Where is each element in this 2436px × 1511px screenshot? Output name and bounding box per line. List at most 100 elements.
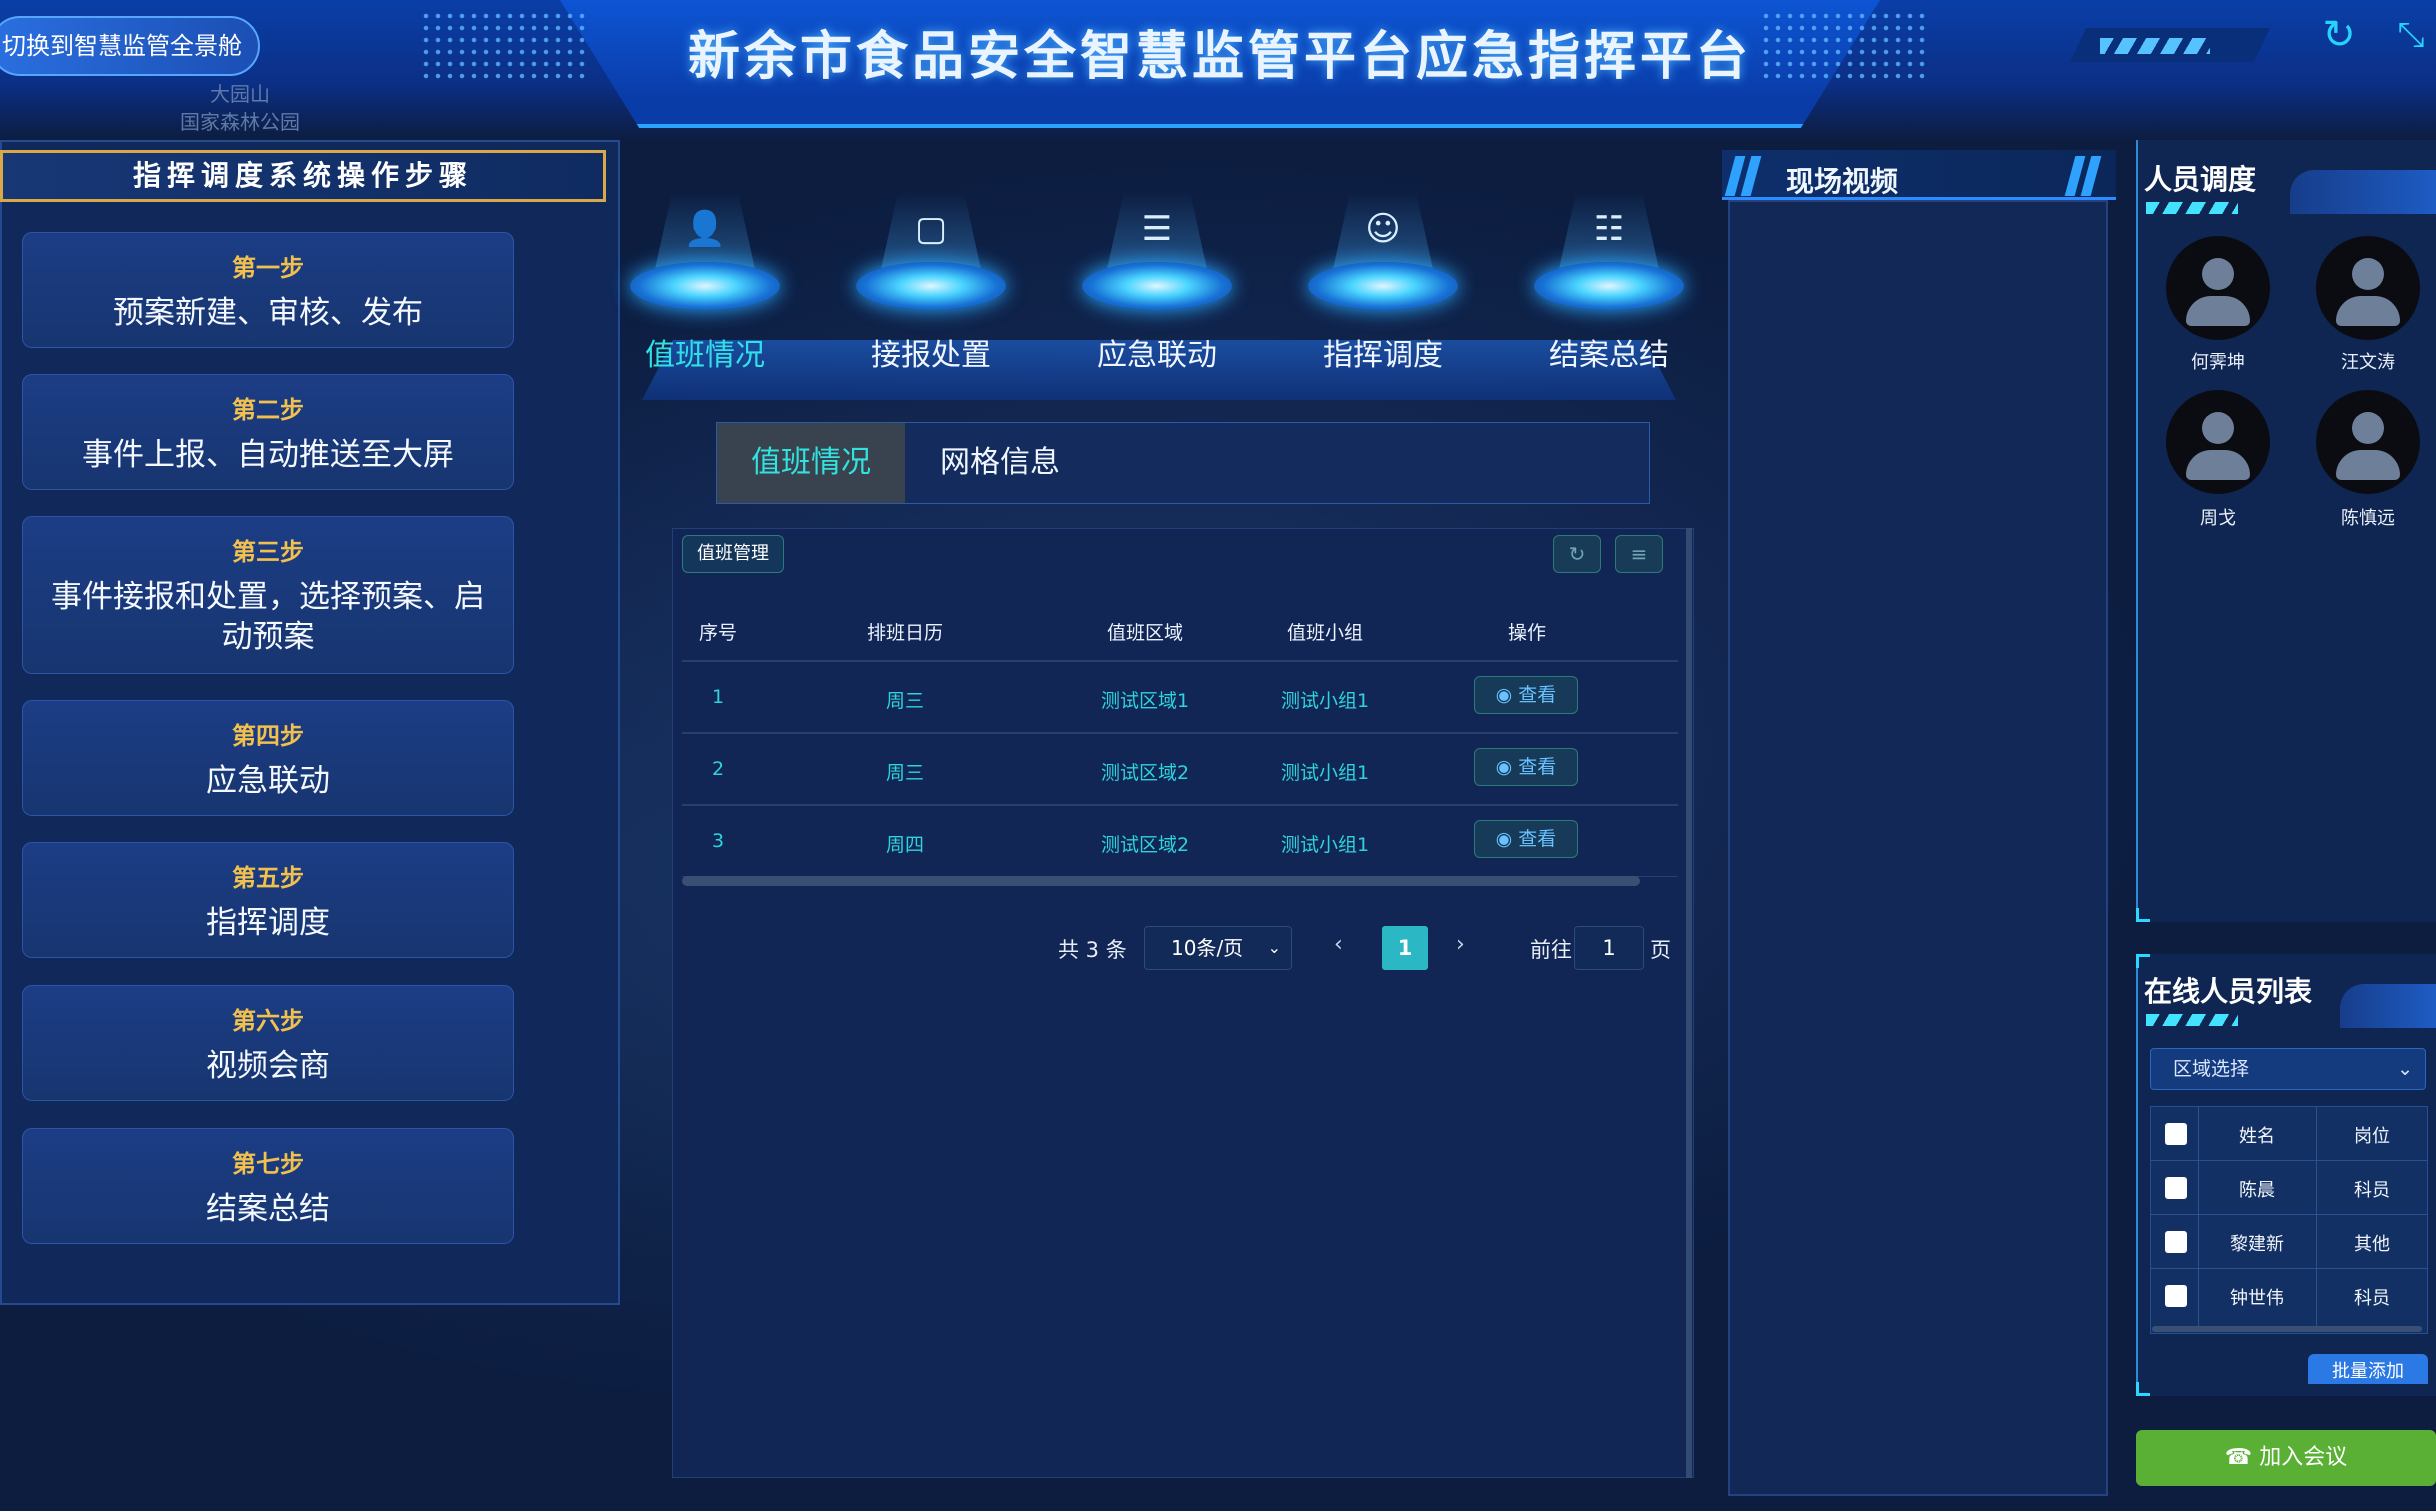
nav-dispatch[interactable]: ☺ 指挥调度 <box>1278 162 1458 373</box>
view-button[interactable]: ◉ 查看 <box>1474 748 1578 786</box>
prev-page-icon[interactable]: ‹ <box>1334 932 1343 957</box>
corner-deco <box>2136 954 2150 968</box>
nav-label-linkage: 应急联动 <box>1097 338 1217 373</box>
online-name: 黎建新 <box>2230 1234 2284 1255</box>
row-checkbox[interactable] <box>2165 1231 2187 1253</box>
switch-view-button[interactable]: 切换到智慧监管全景舱 <box>0 16 260 76</box>
cell-area: 测试区域1 <box>1100 690 1190 712</box>
col-header-group: 值班小组 <box>1286 622 1363 644</box>
nav-duty[interactable]: 👤 值班情况 <box>600 162 780 373</box>
tab-grid-info[interactable]: 网格信息 <box>905 423 1095 503</box>
chevron-down-icon: ⌄ <box>2397 1058 2413 1080</box>
video-panel-title: 现场视频 <box>1786 165 1899 198</box>
eye-icon: ◉ <box>1495 756 1519 778</box>
personnel-title: 人员调度 <box>2144 163 2257 196</box>
step-card-5[interactable]: 第五步 指挥调度 <box>22 842 514 958</box>
step-text: 事件接报和处置，选择预案、启动预案 <box>51 579 485 655</box>
step-card-1[interactable]: 第一步 预案新建、审核、发布 <box>22 232 514 348</box>
current-page[interactable]: 1 <box>1382 926 1428 970</box>
step-card-2[interactable]: 第二步 事件上报、自动推送至大屏 <box>22 374 514 490</box>
step-text: 结案总结 <box>206 1191 330 1227</box>
cell-area: 测试区域2 <box>1100 762 1190 784</box>
cell-area: 测试区域2 <box>1100 834 1190 856</box>
step-number: 第五步 <box>232 864 304 892</box>
title-stripe <box>2146 202 2238 214</box>
row-checkbox[interactable] <box>2165 1285 2187 1307</box>
cell-group: 测试小组1 <box>1280 762 1370 784</box>
live-video-area[interactable] <box>1728 200 2108 1496</box>
avatar[interactable] <box>2166 236 2270 340</box>
eye-icon: ◉ <box>1495 684 1519 706</box>
person-icon <box>2202 412 2234 444</box>
cell-schedule: 周四 <box>885 834 924 856</box>
avatar[interactable] <box>2166 390 2270 494</box>
header-stripes <box>2100 38 2210 54</box>
step-number: 第四步 <box>232 722 304 750</box>
nav-linkage[interactable]: ☰ 应急联动 <box>1052 162 1232 373</box>
online-position: 科员 <box>2354 1180 2390 1201</box>
tab-duty[interactable]: 值班情况 <box>717 423 905 503</box>
person-body <box>2186 296 2250 326</box>
person-body <box>2336 450 2400 480</box>
step-card-3[interactable]: 第三步 事件接报和处置，选择预案、启动预案 <box>22 516 514 674</box>
cell-schedule: 周三 <box>885 762 924 784</box>
duty-management-chip[interactable]: 值班管理 <box>682 535 784 573</box>
online-table-scrollbar[interactable] <box>2152 1326 2422 1332</box>
nav-report[interactable]: ▢ 接报处置 <box>826 162 1006 373</box>
step-card-6[interactable]: 第六步 视频会商 <box>22 985 514 1101</box>
nav-summary[interactable]: ☷ 结案总结 <box>1504 162 1684 373</box>
collapse-icon[interactable]: ⤡ <box>2390 14 2432 56</box>
corner-deco <box>2136 908 2150 922</box>
view-button[interactable]: ◉ 查看 <box>1474 820 1578 858</box>
goto-page-input[interactable]: 1 <box>1574 926 1644 970</box>
duty-user-icon: 👤 <box>683 209 727 249</box>
refresh-icon[interactable]: ↻ <box>2318 14 2360 56</box>
page-size-select[interactable]: 10条/页 ⌄ <box>1144 926 1292 970</box>
nav-label-summary: 结案总结 <box>1549 338 1669 373</box>
tab-bar: 值班情况 网格信息 <box>716 422 1650 504</box>
refresh-table-button[interactable]: ↻ <box>1553 535 1601 573</box>
cell-index: 1 <box>711 686 725 708</box>
nav-pedestal <box>1534 262 1684 310</box>
next-page-icon[interactable]: › <box>1456 932 1465 957</box>
personnel-tab-deco <box>2290 170 2436 214</box>
row-checkbox[interactable] <box>2165 1177 2187 1199</box>
view-label: 查看 <box>1518 756 1557 778</box>
region-select[interactable]: 区域选择 ⌄ <box>2150 1048 2426 1090</box>
batch-add-button[interactable]: 批量添加 <box>2308 1354 2428 1384</box>
document-icon: ☷ <box>1593 209 1625 249</box>
select-all-checkbox[interactable] <box>2165 1123 2187 1145</box>
cell-group: 测试小组1 <box>1280 834 1370 856</box>
table-horizontal-scrollbar[interactable] <box>682 876 1640 886</box>
page-size-value: 10条/页 <box>1171 936 1244 960</box>
step-card-7[interactable]: 第七步 结案总结 <box>22 1128 514 1244</box>
row-divider <box>2150 1268 2428 1269</box>
avatar[interactable] <box>2316 390 2420 494</box>
step-number: 第二步 <box>232 396 304 424</box>
view-button[interactable]: ◉ 查看 <box>1474 676 1578 714</box>
filter-settings-button[interactable]: ≡ <box>1615 535 1663 573</box>
monitor-icon: ▢ <box>914 209 948 249</box>
cell-group: 测试小组1 <box>1280 690 1370 712</box>
step-number: 第三步 <box>232 538 304 566</box>
table-vertical-scrollbar[interactable] <box>1686 528 1692 1478</box>
person-name: 周戈 <box>2200 508 2236 529</box>
avatar[interactable] <box>2316 236 2420 340</box>
chevron-down-icon: ⌄ <box>1267 938 1281 957</box>
server-link-icon: ☰ <box>1141 209 1173 249</box>
person-icon <box>2202 258 2234 290</box>
online-name: 钟世伟 <box>2230 1288 2284 1309</box>
step-text: 应急联动 <box>206 763 330 799</box>
col-header-index: 序号 <box>698 622 737 644</box>
online-col-position: 岗位 <box>2354 1126 2390 1147</box>
nav-pedestal <box>1082 262 1232 310</box>
map-label-2: 国家森林公园 <box>180 110 300 134</box>
col-header-area: 值班区域 <box>1106 622 1183 644</box>
view-label: 查看 <box>1518 828 1557 850</box>
step-text: 事件上报、自动推送至大屏 <box>82 437 454 473</box>
step-number: 第六步 <box>232 1007 304 1035</box>
online-list-title: 在线人员列表 <box>2144 975 2313 1008</box>
person-body <box>2186 450 2250 480</box>
step-card-4[interactable]: 第四步 应急联动 <box>22 700 514 816</box>
join-meeting-button[interactable]: ☎ 加入会议 <box>2136 1430 2436 1486</box>
